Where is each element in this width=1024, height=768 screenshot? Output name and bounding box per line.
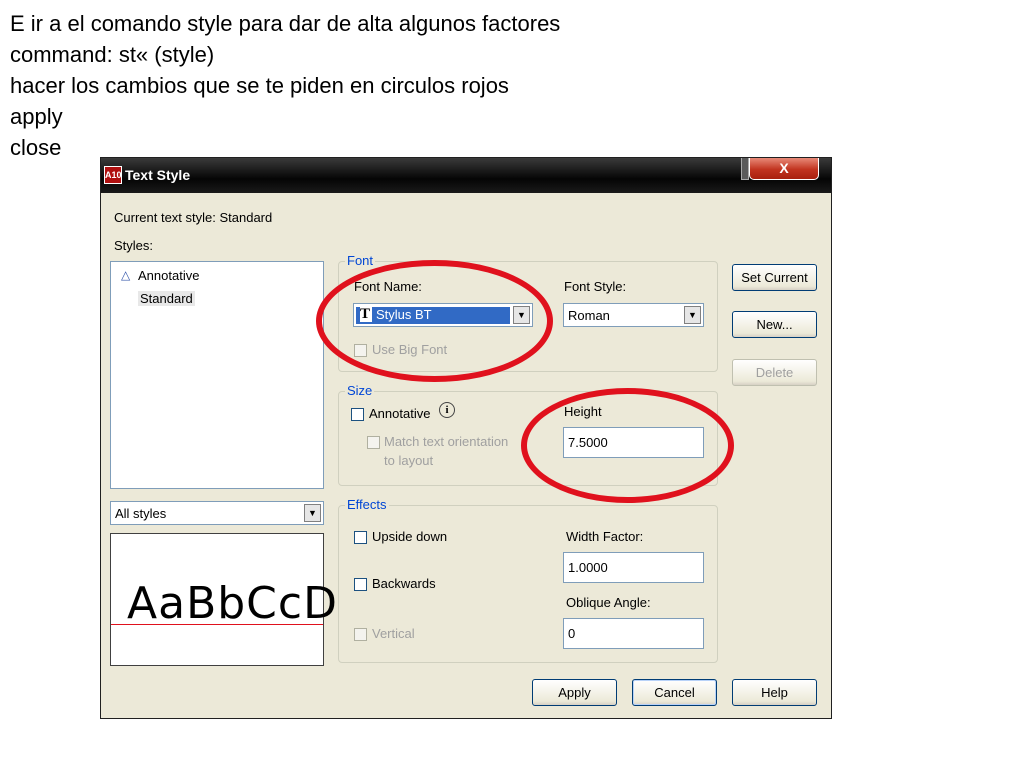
font-style-select[interactable]: Roman ▼ — [563, 303, 704, 327]
close-button[interactable]: X — [749, 158, 819, 180]
styles-list[interactable]: △ Annotative Standard — [110, 261, 324, 489]
instruction-line-4: apply — [10, 104, 63, 129]
oblique-angle-value: 0 — [568, 626, 576, 641]
help-button[interactable]: Help — [732, 679, 817, 706]
size-group-title: Size — [345, 383, 375, 398]
current-style-label: Current text style: Standard — [114, 210, 273, 225]
oblique-angle-label: Oblique Angle: — [566, 595, 651, 610]
font-group-title: Font — [345, 253, 376, 268]
new-style-button[interactable]: New... — [732, 311, 817, 338]
effects-group-title: Effects — [345, 497, 389, 512]
width-factor-value: 1.0000 — [568, 560, 608, 575]
oblique-angle-input[interactable]: 0 — [563, 618, 704, 649]
chevron-down-icon[interactable]: ▼ — [684, 306, 701, 324]
match-orientation-label: Match text orientation — [384, 434, 509, 449]
annotative-label: Annotative — [369, 406, 431, 421]
style-item-standard[interactable]: Standard — [138, 291, 195, 306]
annotation-circle-height — [521, 388, 734, 503]
upside-down-label: Upside down — [372, 529, 448, 544]
match-orientation-checkbox — [367, 436, 380, 449]
vertical-checkbox — [354, 628, 367, 641]
styles-label: Styles: — [114, 238, 154, 253]
font-style-label: Font Style: — [564, 279, 627, 294]
backwards-label: Backwards — [372, 576, 436, 591]
preview-box: AaBbCcD — [110, 533, 337, 666]
match-orientation-label-2: to layout — [384, 453, 434, 468]
annotative-checkbox[interactable] — [351, 408, 364, 421]
delete-style-button: Delete — [732, 359, 817, 386]
apply-button[interactable]: Apply — [532, 679, 617, 706]
set-current-button[interactable]: Set Current — [732, 264, 817, 291]
styles-filter-value: All styles — [115, 506, 167, 521]
dialog-title: Text Style — [125, 167, 191, 183]
instructions: E ir a el comando style para dar de alta… — [10, 8, 560, 163]
autocad-app-icon: A10 — [104, 166, 122, 184]
width-factor-label: Width Factor: — [566, 529, 644, 544]
width-factor-input[interactable]: 1.0000 — [563, 552, 704, 583]
annotation-circle-font — [316, 260, 553, 382]
instruction-line-1: E ir a el comando style para dar de alta… — [10, 11, 561, 36]
preview-baseline — [111, 624, 323, 625]
instruction-line-2: command: st« (style) — [10, 42, 215, 67]
instruction-line-3: hacer los cambios que se te piden en cir… — [10, 73, 509, 98]
preview-text: AaBbCcD — [127, 578, 338, 629]
styles-filter-select[interactable]: All styles ▼ — [110, 501, 324, 525]
vertical-label: Vertical — [372, 626, 415, 641]
help-title-button[interactable] — [741, 158, 749, 180]
upside-down-checkbox[interactable] — [354, 531, 367, 544]
info-icon[interactable]: i — [439, 402, 455, 418]
style-item-annotative[interactable]: Annotative — [138, 268, 199, 283]
annotative-icon: △ — [121, 268, 131, 282]
cancel-button[interactable]: Cancel — [632, 679, 717, 706]
title-bar[interactable]: A10 Text Style X — [101, 158, 831, 193]
backwards-checkbox[interactable] — [354, 578, 367, 591]
text-style-dialog: A10 Text Style X Current text style: Sta… — [100, 157, 832, 719]
font-style-value: Roman — [568, 308, 610, 323]
chevron-down-icon[interactable]: ▼ — [304, 504, 321, 522]
